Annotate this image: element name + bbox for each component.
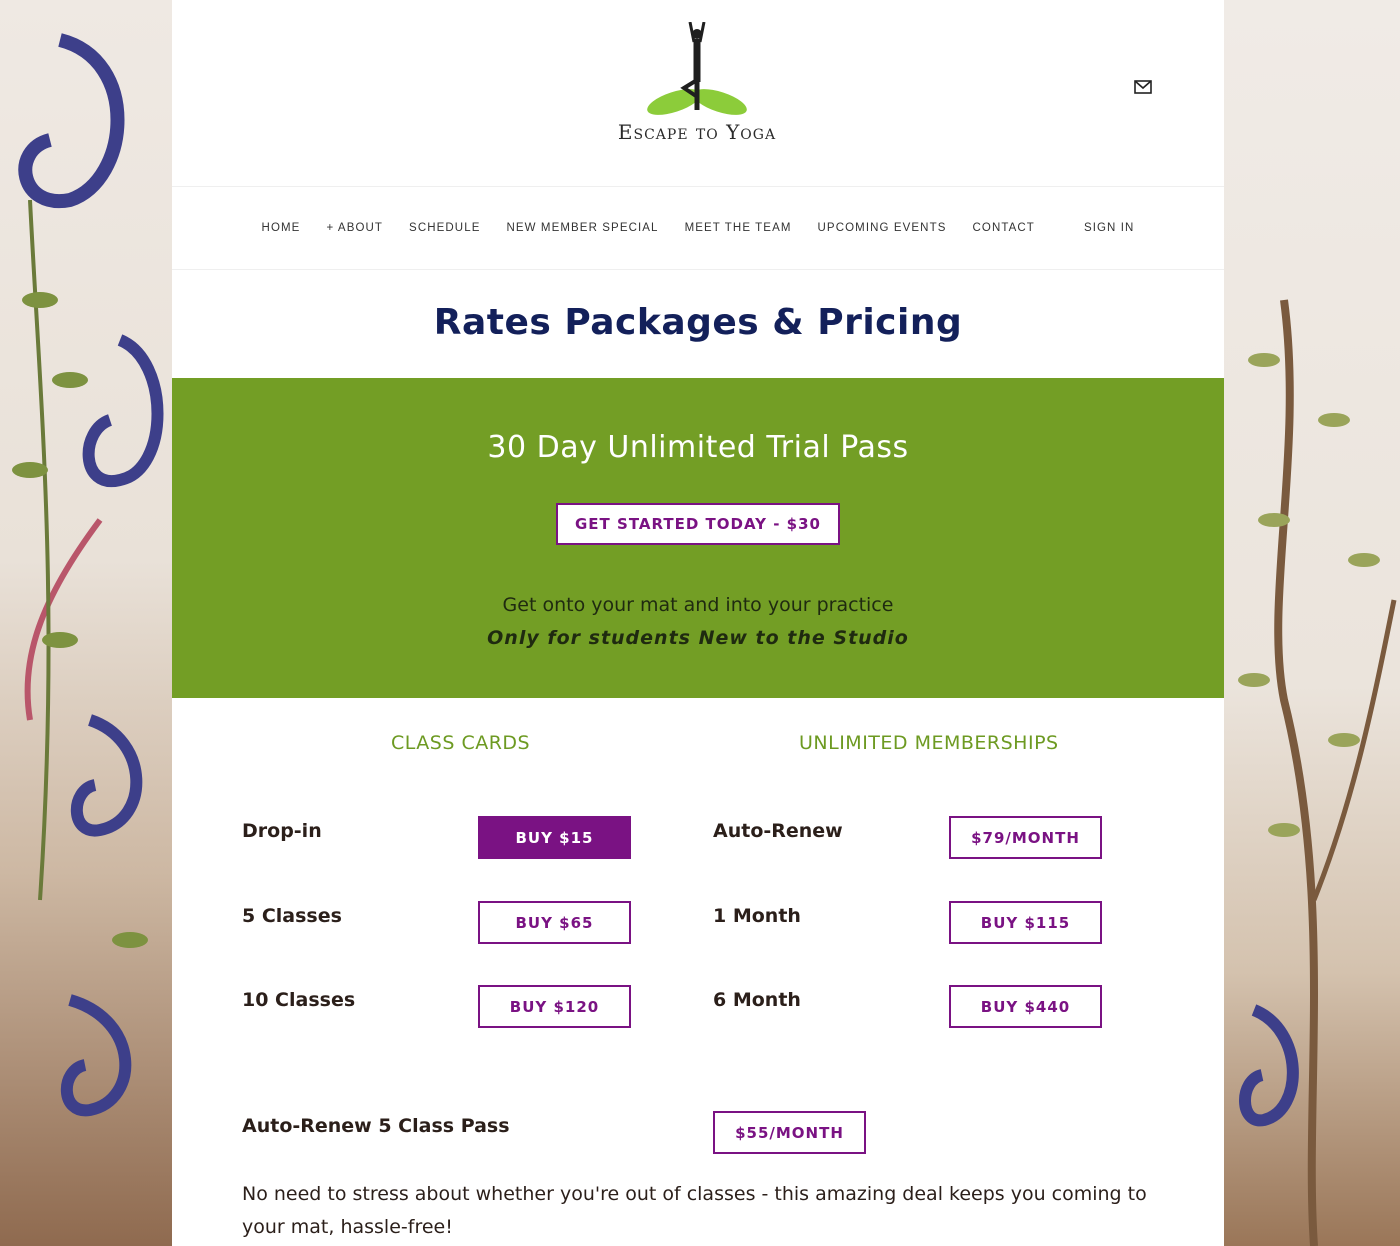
buy-six-month-button[interactable]: BUY $440: [949, 985, 1102, 1028]
mail-icon[interactable]: [1134, 80, 1152, 94]
yoga-tree-pose-logo-icon: [647, 22, 747, 115]
promo-title: 30 Day Unlimited Trial Pass: [487, 430, 909, 465]
class-cards-heading: CLASS CARDS: [391, 732, 531, 754]
five-classes-label: 5 Classes: [242, 905, 342, 927]
auto-renew-5-class-button[interactable]: $55/MONTH: [713, 1111, 866, 1154]
auto-renew-monthly-button[interactable]: $79/MONTH: [949, 816, 1102, 859]
nav-upcoming-events[interactable]: UPCOMING EVENTS: [818, 222, 947, 234]
nav-new-member-special[interactable]: NEW MEMBER SPECIAL: [506, 222, 658, 234]
nav-schedule[interactable]: SCHEDULE: [409, 222, 480, 234]
nav-sign-in[interactable]: SIGN IN: [1084, 222, 1135, 234]
nav-meet-the-team[interactable]: MEET THE TEAM: [685, 222, 792, 234]
buy-five-classes-button[interactable]: BUY $65: [478, 901, 631, 944]
trial-pass-banner: 30 Day Unlimited Trial Pass GET STARTED …: [172, 378, 1224, 698]
buy-one-month-button[interactable]: BUY $115: [949, 901, 1102, 944]
site-header: Escape to Yoga: [172, 0, 1224, 186]
memberships-heading: UNLIMITED MEMBERSHIPS: [799, 732, 1059, 754]
auto-renew-label: Auto-Renew: [713, 820, 843, 842]
one-month-label: 1 Month: [713, 905, 801, 927]
main-nav: HOME + ABOUT SCHEDULE NEW MEMBER SPECIAL…: [172, 186, 1224, 270]
paisley-artwork-left: [12, 33, 164, 1117]
site-logo[interactable]: Escape to Yoga: [612, 22, 782, 144]
get-started-button[interactable]: GET STARTED TODAY - $30: [556, 503, 840, 545]
content-page: Escape to Yoga HOME + ABOUT SCHEDULE NEW…: [172, 0, 1224, 1246]
nav-contact[interactable]: CONTACT: [973, 222, 1035, 234]
auto-renew-description: No need to stress about whether you're o…: [242, 1183, 1147, 1238]
buy-ten-classes-button[interactable]: BUY $120: [478, 985, 631, 1028]
decorative-paisley-panel-left: [0, 0, 172, 1246]
tree-artwork-right: [1238, 299, 1397, 1246]
promo-description: Get onto your mat and into your practice…: [172, 589, 1224, 655]
nav-about[interactable]: + ABOUT: [326, 222, 383, 234]
page-title: Rates Packages & Pricing: [433, 302, 963, 343]
six-month-label: 6 Month: [713, 989, 801, 1011]
ten-classes-label: 10 Classes: [242, 989, 356, 1011]
decorative-tree-panel-right: [1224, 0, 1400, 1246]
logo-text: Escape to Yoga: [617, 120, 777, 144]
nav-home[interactable]: HOME: [262, 222, 301, 234]
pricing-grid: CLASS CARDS UNLIMITED MEMBERSHIPS Drop-i…: [172, 698, 1224, 1246]
auto-renew-5-class-label: Auto-Renew 5 Class Pass: [242, 1115, 510, 1137]
promo-line-1: Get onto your mat and into your practice: [502, 594, 894, 616]
buy-drop-in-button[interactable]: BUY $15: [478, 816, 631, 859]
promo-line-2: Only for students New to the Studio: [487, 627, 909, 649]
drop-in-label: Drop-in: [242, 820, 322, 842]
